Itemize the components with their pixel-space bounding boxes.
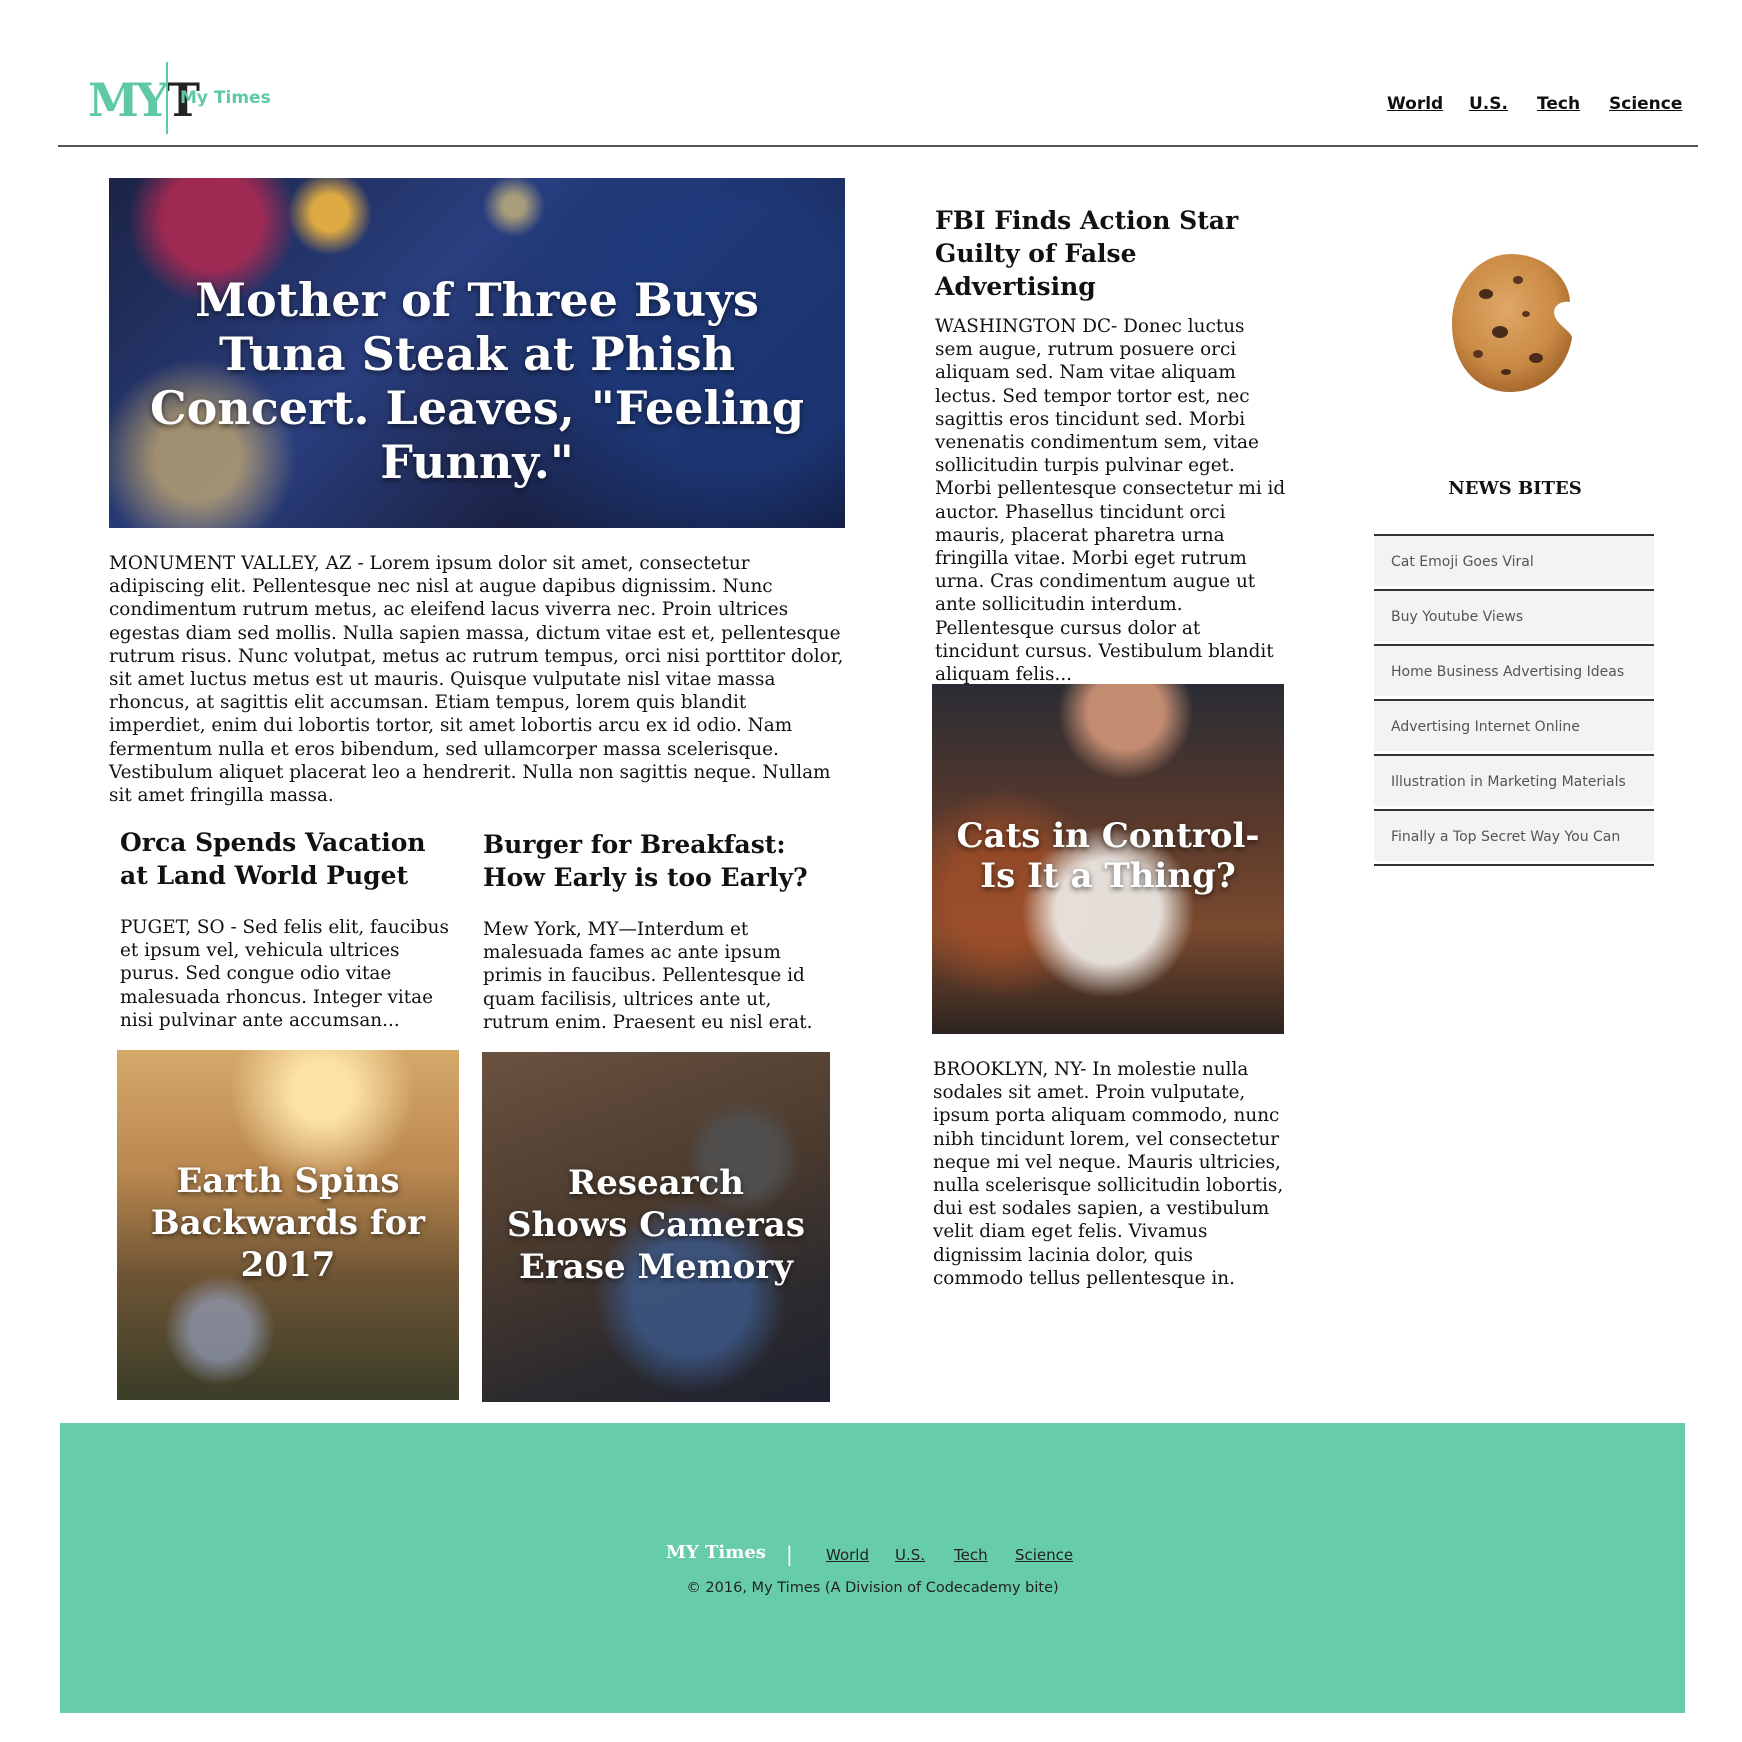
nav-tech[interactable]: Tech [1537, 94, 1580, 114]
hero-body: MONUMENT VALLEY, AZ - Lorem ipsum dolor … [109, 553, 844, 807]
cats-image-tile[interactable]: Cats in Control-Is It a Thing? [932, 684, 1284, 1034]
footer-link-tech[interactable]: Tech [954, 1546, 988, 1564]
brand-name: My Times [180, 88, 271, 108]
orca-headline[interactable]: Orca Spends Vacation at Land World Puget [120, 826, 450, 892]
news-bites-list: Cat Emoji Goes Viral Buy Youtube Views H… [1374, 534, 1654, 866]
hero-title: Mother of Three Buys Tuna Steak at Phish… [149, 273, 805, 489]
news-bite-item[interactable]: Buy Youtube Views [1374, 589, 1654, 641]
earth-image-tile[interactable]: Earth Spins Backwards for 2017 [117, 1050, 459, 1400]
nav-world[interactable]: World [1387, 94, 1443, 114]
footer-copyright: © 2016, My Times (A Division of Codecade… [686, 1580, 1059, 1596]
footer-separator: | [786, 1542, 793, 1566]
news-bites-bottom-rule [1374, 864, 1654, 866]
camera-image-tile[interactable]: Research Shows Cameras Erase Memory [482, 1052, 830, 1402]
news-bite-item[interactable]: Finally a Top Secret Way You Can [1374, 809, 1654, 861]
logo-divider [166, 62, 168, 134]
burger-headline[interactable]: Burger for Breakfast: How Early is too E… [483, 828, 828, 894]
footer [60, 1423, 1685, 1713]
hero-image[interactable]: Mother of Three Buys Tuna Steak at Phish… [109, 178, 845, 528]
nav-science[interactable]: Science [1609, 94, 1682, 114]
cats-tile-title: Cats in Control-Is It a Thing? [956, 816, 1260, 896]
orca-body: PUGET, SO - Sed felis elit, faucibus et … [120, 917, 449, 1031]
footer-link-us[interactable]: U.S. [895, 1546, 925, 1564]
news-bite-item[interactable]: Illustration in Marketing Materials [1374, 754, 1654, 806]
nav-us[interactable]: U.S. [1469, 94, 1508, 114]
cookie-icon [1452, 254, 1572, 392]
footer-link-science[interactable]: Science [1015, 1546, 1073, 1564]
burger-body: Mew York, MY—Interdum et malesuada fames… [483, 919, 813, 1033]
cats-body: BROOKLYN, NY- In molestie nulla sodales … [933, 1059, 1284, 1289]
logo-mark-letters: MY [88, 73, 169, 127]
header-divider [58, 145, 1698, 147]
news-bite-item[interactable]: Cat Emoji Goes Viral [1374, 534, 1654, 586]
earth-tile-title: Earth Spins Backwards for 2017 [150, 1161, 426, 1285]
footer-link-world[interactable]: World [826, 1546, 869, 1564]
news-bites-title: NEWS BITES [1448, 478, 1582, 499]
fbi-headline[interactable]: FBI Finds Action Star Guilty of False Ad… [935, 204, 1290, 303]
fbi-body: WASHINGTON DC- Donec luctus sem augue, r… [935, 316, 1286, 686]
news-bite-item[interactable]: Advertising Internet Online [1374, 699, 1654, 751]
news-bite-item[interactable]: Home Business Advertising Ideas [1374, 644, 1654, 696]
camera-tile-title: Research Shows Cameras Erase Memory [507, 1163, 805, 1287]
footer-brand: MY Times [666, 1542, 766, 1563]
